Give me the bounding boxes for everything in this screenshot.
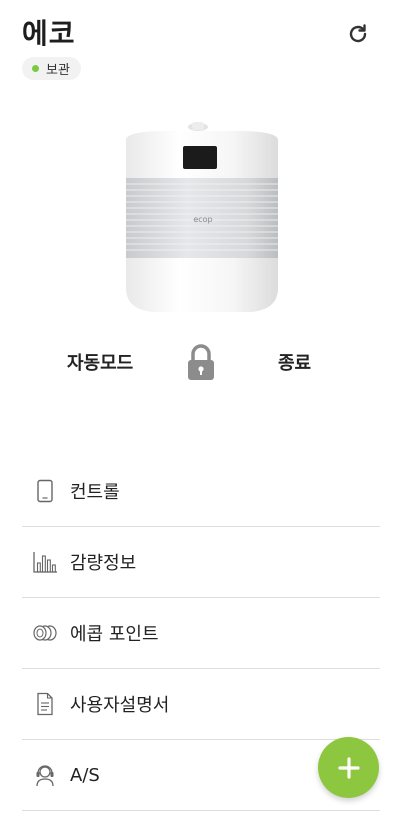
off-mode-button[interactable]: 종료	[278, 349, 311, 375]
mode-row: 자동모드 종료	[0, 343, 412, 387]
device-brand-text: ecop	[193, 215, 212, 224]
menu-item-ecop-points[interactable]: 에콥 포인트	[22, 598, 380, 669]
coins-icon	[32, 620, 58, 646]
document-icon	[32, 691, 58, 717]
status-badge: 보관	[22, 57, 81, 80]
menu-item-label: 컨트롤	[70, 482, 120, 503]
menu-item-user-manual[interactable]: 사용자설명서	[22, 669, 380, 740]
auto-mode-button[interactable]: 자동모드	[67, 349, 133, 375]
page-title: 에코	[22, 17, 76, 50]
menu-item-label: 에콥 포인트	[70, 624, 159, 645]
menu-item-reduction-info[interactable]: 감량정보	[22, 527, 380, 598]
refresh-button[interactable]	[344, 20, 372, 48]
menu-item-label: A/S	[70, 764, 100, 786]
menu-item-label: 사용자설명서	[70, 695, 170, 716]
plus-icon	[337, 756, 360, 779]
support-headset-icon	[32, 762, 58, 788]
phone-icon	[32, 478, 58, 504]
status-dot	[32, 65, 39, 72]
menu-item-label: 감량정보	[70, 553, 137, 574]
refresh-icon	[349, 24, 367, 43]
lock-button[interactable]	[185, 343, 217, 383]
add-button[interactable]	[318, 737, 379, 798]
device-image: ecop	[120, 118, 284, 318]
bar-chart-icon	[32, 549, 58, 575]
lock-icon	[188, 344, 214, 380]
menu-item-control[interactable]: 컨트롤	[22, 456, 380, 527]
status-label: 보관	[46, 63, 70, 78]
